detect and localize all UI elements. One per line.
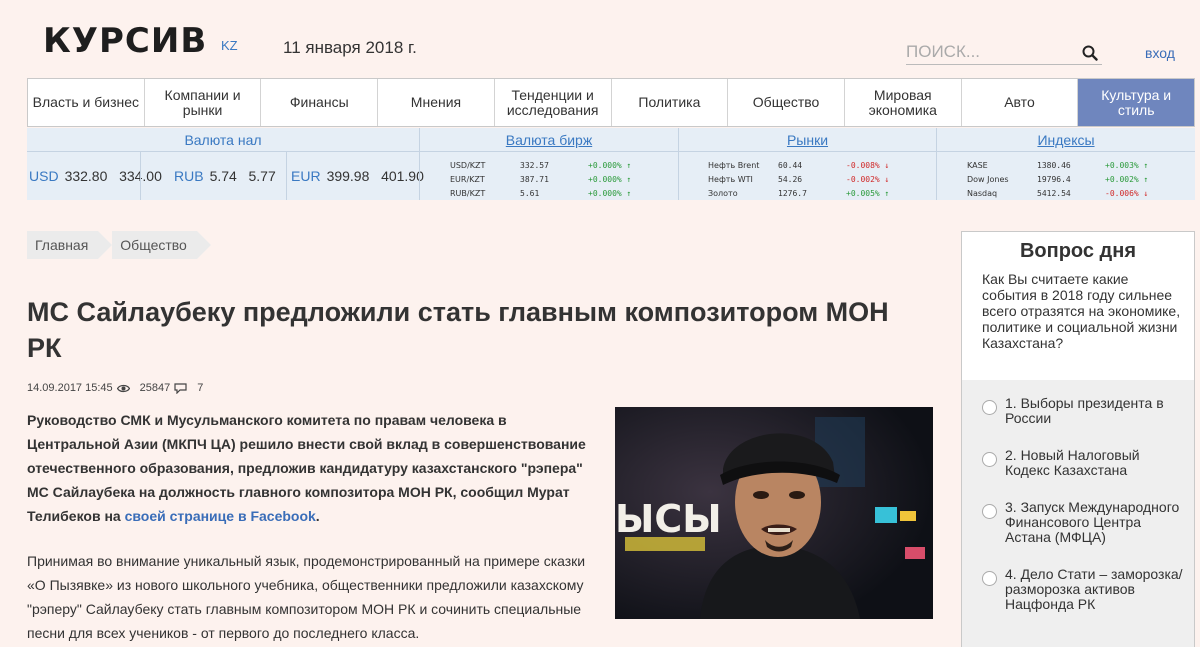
table-row: Нефть WTI 54.26 -0.002% ↓ — [708, 173, 889, 187]
main-nav: Власть и бизнес Компании и рынки Финансы… — [27, 78, 1195, 127]
nav-item-world-economy[interactable]: Мировая экономика — [845, 79, 962, 126]
poll-option-label: 3. Запуск Международного Финансового Цен… — [1005, 499, 1180, 545]
poll-widget: Вопрос дня Как Вы считаете какие события… — [961, 231, 1195, 647]
index-rates-link[interactable]: Индексы — [937, 128, 1195, 152]
eye-icon — [116, 384, 130, 392]
breadcrumb-society[interactable]: Общество — [112, 231, 211, 259]
poll-option-1[interactable]: 1. Выборы президента в России — [962, 396, 1194, 426]
arrow-up-icon: ↑ — [621, 161, 632, 170]
article-lead: Руководство СМК и Мусульманского комитет… — [27, 412, 586, 524]
table-row: KASE 1380.46 +0.003% ↑ — [967, 159, 1148, 173]
poll-options: 1. Выборы президента в России 2. Новый Н… — [962, 380, 1194, 647]
nav-item-trends[interactable]: Тенденции и исследования — [495, 79, 612, 126]
radio-button[interactable] — [982, 452, 997, 467]
article-paragraph: Принимая во внимание уникальный язык, пр… — [27, 553, 586, 641]
arrow-down-icon: ↓ — [879, 161, 890, 170]
table-row: Нефть Brent 60.44 -0.008% ↓ — [708, 159, 889, 173]
arrow-up-icon: ↑ — [621, 175, 632, 184]
nav-item-politics[interactable]: Политика — [612, 79, 729, 126]
cash-rate-eur: EUR 399.98 401.90 — [291, 168, 424, 184]
nav-item-finance[interactable]: Финансы — [261, 79, 379, 126]
nav-item-culture-style[interactable]: Культура и стиль — [1078, 79, 1195, 126]
currency-panel: Валюта нал USD332.80 334.00 RUB5.74 5.77… — [27, 128, 1195, 200]
breadcrumb: Главная Общество — [27, 231, 211, 259]
arrow-down-icon: ↓ — [1138, 189, 1149, 198]
breadcrumb-home[interactable]: Главная — [27, 231, 113, 259]
poll-option-label: 1. Выборы президента в России — [1005, 395, 1164, 426]
poll-option-2[interactable]: 2. Новый Налоговый Кодекс Казахстана — [962, 448, 1194, 478]
facebook-link[interactable]: своей странице в Facebook — [125, 508, 316, 524]
cash-rates-title: Валюта нал — [27, 128, 419, 152]
article-meta: 14.09.2017 15:45 25847 7 — [27, 382, 203, 394]
exchange-rates-table: USD/KZT 332.57 +0.000% ↑ EUR/KZT 387.71 +0.0… — [450, 159, 631, 201]
table-row: Золото 1276.7 +0.005% ↑ — [708, 187, 889, 201]
index-rates: Индексы KASE 1380.46 +0.003% ↑ Dow Jones 19… — [937, 128, 1195, 200]
nav-item-power-business[interactable]: Власть и бизнес — [28, 79, 145, 126]
nav-item-society[interactable]: Общество — [728, 79, 845, 126]
article-date: 14.09.2017 15:45 — [27, 382, 113, 394]
poll-question: Как Вы считаете какие события в 2018 год… — [982, 271, 1181, 351]
poll-option-label: 2. Новый Налоговый Кодекс Казахстана — [1005, 447, 1140, 478]
site-logo[interactable]: КУРСИВ — [43, 22, 207, 60]
market-rates: Рынки Нефть Brent 60.44 -0.008% ↓ Нефть WT… — [679, 128, 936, 200]
search-icon[interactable] — [1082, 45, 1098, 61]
table-row: Nasdaq 5412.54 -0.006% ↓ — [967, 187, 1148, 201]
cash-rates: Валюта нал USD332.80 334.00 RUB5.74 5.77… — [27, 128, 424, 200]
login-link[interactable]: вход — [1145, 45, 1175, 61]
poll-option-4[interactable]: 4. Дело Стати – заморозка/разморозка акт… — [962, 567, 1194, 612]
cash-rate-rub: RUB 5.74 5.77 — [174, 168, 276, 184]
poll-option-label: 4. Дело Стати – заморозка/разморозка акт… — [1005, 566, 1183, 612]
current-date: 11 января 2018 г. — [283, 38, 417, 57]
radio-button[interactable] — [982, 504, 997, 519]
poll-option-3[interactable]: 3. Запуск Международного Финансового Цен… — [962, 500, 1194, 545]
search-input[interactable] — [906, 41, 1076, 63]
table-row: RUB/KZT 5.61 +0.000% ↑ — [450, 187, 631, 201]
radio-button[interactable] — [982, 400, 997, 415]
comments-count: 7 — [197, 382, 204, 394]
arrow-down-icon: ↓ — [879, 175, 890, 184]
exchange-rates-link[interactable]: Валюта бирж — [420, 128, 678, 152]
market-rates-link[interactable]: Рынки — [679, 128, 936, 152]
views-count: 25847 — [139, 382, 171, 394]
logo-suffix: KZ — [221, 38, 238, 53]
nav-item-auto[interactable]: Авто — [962, 79, 1079, 126]
arrow-up-icon: ↑ — [621, 189, 632, 198]
table-row: Dow Jones 19796.4 +0.002% ↑ — [967, 173, 1148, 187]
market-rates-table: Нефть Brent 60.44 -0.008% ↓ Нефть WTI 54.26… — [708, 159, 889, 201]
nav-item-opinions[interactable]: Мнения — [378, 79, 495, 126]
radio-button[interactable] — [982, 571, 997, 586]
article-title: МС Сайлаубеку предложили стать главным к… — [27, 297, 889, 363]
arrow-up-icon: ↑ — [879, 189, 890, 198]
arrow-up-icon: ↑ — [1138, 161, 1149, 170]
exchange-rates: Валюта бирж USD/KZT 332.57 +0.000% ↑ EUR/K… — [420, 128, 678, 200]
comments-icon — [174, 382, 187, 394]
table-row: EUR/KZT 387.71 +0.000% ↑ — [450, 173, 631, 187]
cash-rate-usd: USD332.80 334.00 — [29, 168, 162, 184]
article-photo: ЫСЫ — [615, 407, 933, 619]
poll-title: Вопрос дня — [1019, 240, 1137, 262]
search-box — [906, 41, 1102, 65]
photo-caption-text: ЫСЫ — [615, 497, 722, 541]
table-row: USD/KZT 332.57 +0.000% ↑ — [450, 159, 631, 173]
arrow-up-icon: ↑ — [1138, 175, 1149, 184]
index-rates-table: KASE 1380.46 +0.003% ↑ Dow Jones 19796.4 +0.… — [967, 159, 1148, 201]
nav-item-companies-markets[interactable]: Компании и рынки — [145, 79, 262, 126]
